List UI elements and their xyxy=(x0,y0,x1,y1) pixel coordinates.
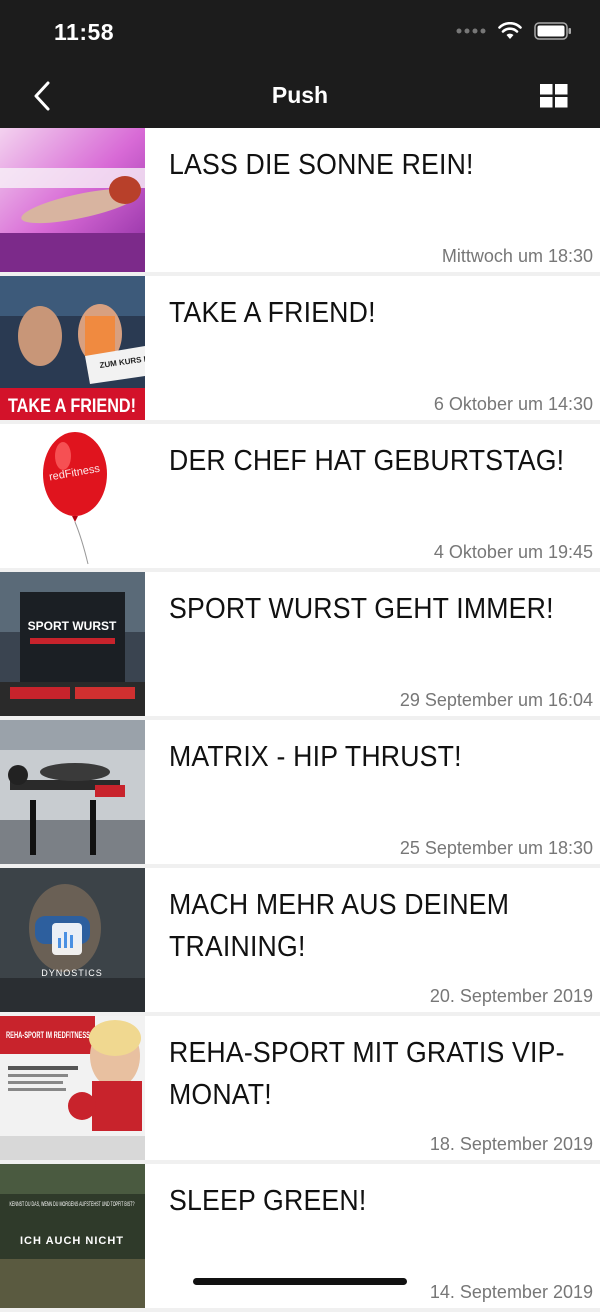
message-list: LASS DIE SONNE REIN! Mittwoch um 18:30 Z… xyxy=(0,128,600,1312)
thumbnail-image xyxy=(0,720,145,864)
message-title: MACH MEHR AUS DEINEM TRAINING! xyxy=(169,889,510,963)
message-date: 20. September 2019 xyxy=(429,986,593,1006)
thumbnail-image: DYNOSTICS xyxy=(0,868,145,1012)
message-date: 18. September 2019 xyxy=(429,1134,593,1154)
thumbnail-caption: KENNST DU DAS, WENN DU MORGENS AUFSTEHST… xyxy=(10,1202,135,1208)
list-item[interactable]: ZUM KURS DEINER WAHL! TAKE A FRIEND! TAK… xyxy=(0,276,600,424)
list-item[interactable]: DYNOSTICS MACH MEHR AUS DEINEM TRAINING!… xyxy=(0,868,600,1016)
thumbnail-caption: SPORT WURST xyxy=(28,619,117,633)
wifi-icon xyxy=(498,22,522,39)
grid-icon xyxy=(540,84,568,108)
message-date: 4 Oktober um 19:45 xyxy=(433,542,593,562)
thumbnail-caption: REHA-SPORT IM REDFITNESS xyxy=(6,1030,90,1040)
status-icons xyxy=(456,22,572,40)
thumbnail-image: KENNST DU DAS, WENN DU MORGENS AUFSTEHST… xyxy=(0,1164,145,1308)
message-date: 6 Oktober um 14:30 xyxy=(433,394,593,414)
thumbnail-caption-2: ICH AUCH NICHT xyxy=(20,1235,124,1247)
thumbnail-image: SPORT WURST xyxy=(0,572,145,716)
message-date: Mittwoch um 18:30 xyxy=(441,246,593,266)
list-item[interactable]: KENNST DU DAS, WENN DU MORGENS AUFSTEHST… xyxy=(0,1164,600,1312)
nav-bar: Push xyxy=(0,64,600,128)
message-title: DER CHEF HAT GEBURTSTAG! xyxy=(169,445,565,477)
message-date: 29 September um 16:04 xyxy=(399,690,593,710)
message-title: TAKE A FRIEND! xyxy=(169,297,376,329)
message-title: MATRIX - HIP THRUST! xyxy=(169,741,462,773)
thumbnail-image: redFitness xyxy=(0,424,145,568)
thumbnail-image xyxy=(0,128,145,272)
page-title: Push xyxy=(271,82,329,108)
message-title: LASS DIE SONNE REIN! xyxy=(169,149,474,181)
list-item[interactable]: SPORT WURST SPORT WURST GEHT IMMER! 29 S… xyxy=(0,572,600,720)
home-indicator[interactable] xyxy=(193,1278,407,1285)
thumbnail-image: REHA-SPORT IM REDFITNESS xyxy=(0,1016,145,1160)
list-item[interactable]: LASS DIE SONNE REIN! Mittwoch um 18:30 xyxy=(0,128,600,276)
thumbnail-image: ZUM KURS DEINER WAHL! TAKE A FRIEND! xyxy=(0,276,145,420)
status-time: 11:58 xyxy=(54,19,115,45)
list-item[interactable]: MATRIX - HIP THRUST! 25 September um 18:… xyxy=(0,720,600,868)
grid-view-button[interactable] xyxy=(540,84,568,108)
message-title: REHA-SPORT MIT GRATIS VIP-MONAT! xyxy=(169,1037,565,1111)
message-title: SLEEP GREEN! xyxy=(169,1185,367,1217)
message-date: 25 September um 18:30 xyxy=(399,838,593,858)
status-bar: 11:58 xyxy=(0,0,600,64)
message-date: 14. September 2019 xyxy=(429,1282,593,1302)
thumbnail-caption: DYNOSTICS xyxy=(41,968,103,978)
battery-icon xyxy=(534,22,571,40)
list-item[interactable]: REHA-SPORT IM REDFITNESS REHA-SPORT MIT … xyxy=(0,1016,600,1164)
list-item[interactable]: redFitness DER CHEF HAT GEBURTSTAG! 4 Ok… xyxy=(0,424,600,572)
thumbnail-caption: TAKE A FRIEND! xyxy=(8,396,136,417)
message-title: SPORT WURST GEHT IMMER! xyxy=(169,593,554,625)
signal-icon xyxy=(456,28,486,34)
